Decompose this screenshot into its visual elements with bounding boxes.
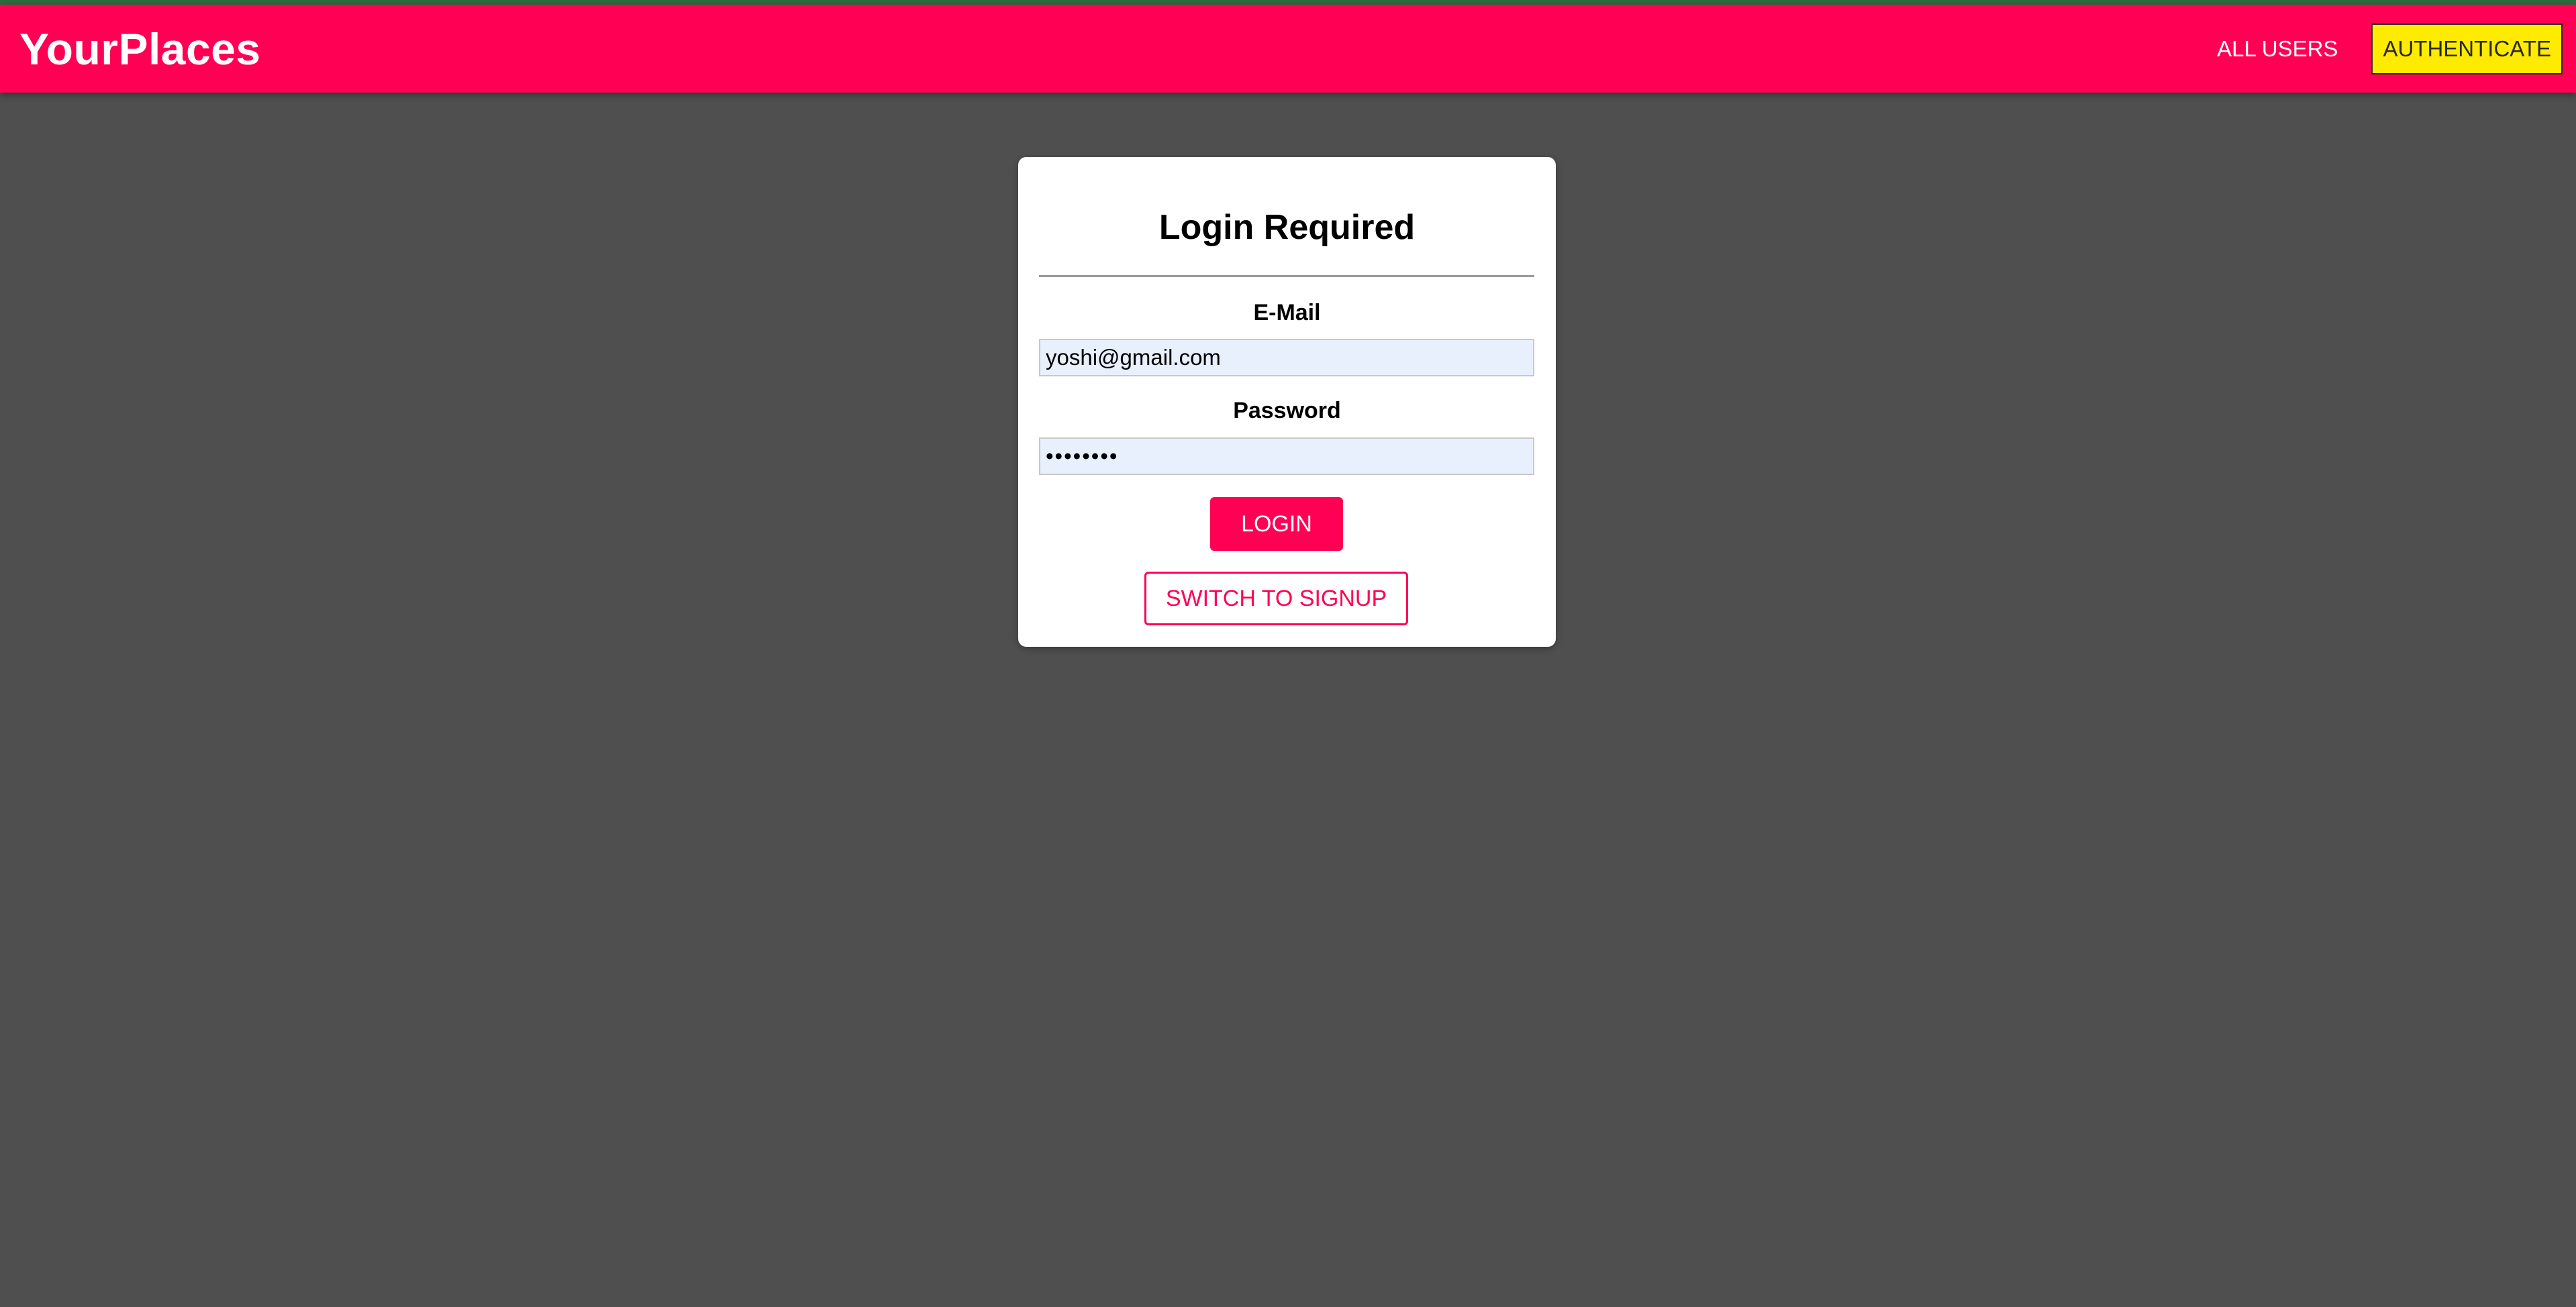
top-accent-strip: [0, 0, 2576, 5]
site-logo[interactable]: YourPlaces: [19, 23, 261, 74]
password-field[interactable]: [1039, 437, 1534, 475]
switch-to-signup-button[interactable]: SWITCH TO SIGNUP: [1144, 572, 1408, 625]
login-card: Login Required E-Mail Password LOGIN SWI…: [1018, 157, 1556, 647]
main-nav: ALL USERS AUTHENTICATE: [2217, 23, 2563, 74]
nav-all-users-link[interactable]: ALL USERS: [2217, 36, 2338, 62]
nav-authenticate-link[interactable]: AUTHENTICATE: [2371, 23, 2563, 74]
login-button[interactable]: LOGIN: [1210, 497, 1343, 551]
email-field[interactable]: [1039, 339, 1534, 376]
login-card-title: Login Required: [1158, 208, 1416, 247]
main-header: YourPlaces ALL USERS AUTHENTICATE: [0, 5, 2576, 93]
email-label: E-Mail: [1253, 300, 1321, 325]
title-divider: [1039, 275, 1534, 277]
password-label: Password: [1233, 398, 1341, 423]
